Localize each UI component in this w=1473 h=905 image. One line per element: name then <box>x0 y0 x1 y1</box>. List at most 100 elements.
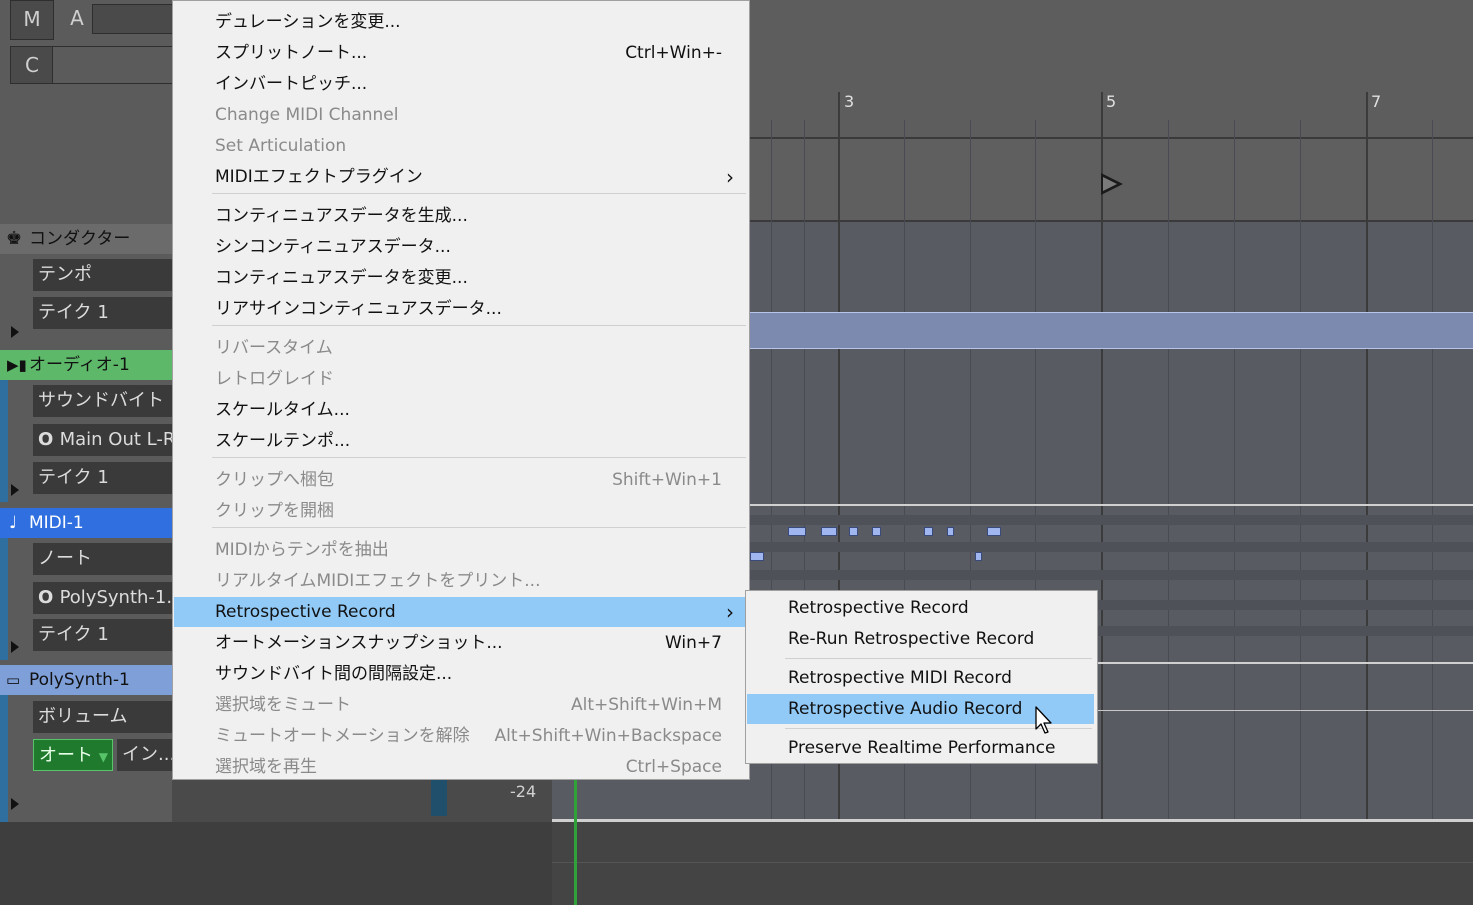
midi-note[interactable] <box>872 527 881 536</box>
midi-note[interactable] <box>987 527 1001 536</box>
mute-button[interactable]: M <box>10 0 54 40</box>
submenu-item[interactable]: Re-Run Retrospective Record <box>747 624 1094 654</box>
midi-note[interactable] <box>849 527 858 536</box>
menu-item[interactable]: クリップへ梱包 Shift+Win+1 <box>174 465 746 495</box>
clip-button[interactable]: C <box>10 46 54 84</box>
menu-item-label: クリップを開梱 <box>215 501 334 521</box>
menu-item[interactable]: 選択域をミュート Alt+Shift+Win+M <box>174 690 746 720</box>
track-panel: M A C ♚ コンダクター テンポ テイク 1 ▶▮ オーディオ-1 サウンド… <box>0 0 174 822</box>
bottom-divider <box>552 862 1473 863</box>
menu-item[interactable]: リバースタイム <box>174 333 746 363</box>
menu-item[interactable]: スケールタイム... <box>174 395 746 425</box>
menu-item-label: スケールテンポ... <box>215 431 351 451</box>
ruler-mark-7: 7 <box>1371 92 1382 111</box>
audio-output-select[interactable]: O Main Out L-R <box>33 424 172 456</box>
menu-item[interactable]: シンコンティニュアスデータ... <box>174 232 746 262</box>
submenu-item-label: Re-Run Retrospective Record <box>788 629 1035 649</box>
menu-item[interactable]: レトログレイド <box>174 364 746 394</box>
menu-item[interactable]: Retrospective Record › <box>174 597 746 627</box>
midi-note[interactable] <box>947 527 954 536</box>
submenu-item[interactable]: Retrospective Record <box>747 593 1094 623</box>
expand-triangle-icon[interactable] <box>11 798 19 810</box>
beat-line <box>1168 120 1169 822</box>
menu-item[interactable]: Change MIDI Channel <box>174 100 746 130</box>
synth-track-header[interactable]: ▭ PolySynth-1 <box>0 665 172 695</box>
menu-item-label: 選択域を再生 <box>215 757 317 777</box>
midi-track-header[interactable]: ♩ MIDI-1 <box>0 508 172 538</box>
menu-item-shortcut: Shift+Win+1 <box>612 470 722 490</box>
menu-item-shortcut: Win+7 <box>665 633 722 653</box>
menu-item-shortcut: Ctrl+Space <box>625 757 722 777</box>
midi-note[interactable] <box>750 552 764 561</box>
menu-item[interactable]: リアサインコンティニュアスデータ... <box>174 294 746 324</box>
menu-item-shortcut: Alt+Shift+Win+M <box>571 695 722 715</box>
menu-item-label: リアルタイムMIDIエフェクトをプリント... <box>215 571 541 591</box>
menu-separator <box>212 325 746 326</box>
beat-line <box>1432 120 1433 822</box>
track-field[interactable] <box>52 46 174 84</box>
menu-item[interactable]: インバートピッチ... <box>174 69 746 99</box>
midi-note[interactable] <box>975 552 982 561</box>
bar-line-5 <box>1101 92 1103 822</box>
menu-item-label: シンコンティニュアスデータ... <box>215 237 451 257</box>
menu-item[interactable]: サウンドバイト間の間隔設定... <box>174 659 746 689</box>
menu-item[interactable]: デュレーションを変更... <box>174 7 746 37</box>
menu-item-label: レトログレイド <box>215 369 334 389</box>
automation-mode-label: オート <box>39 745 93 766</box>
submenu-item[interactable]: Preserve Realtime Performance <box>747 733 1094 763</box>
menu-item[interactable]: ミュートオートメーションを解除 Alt+Shift+Win+Backspace <box>174 721 746 751</box>
menu-item[interactable]: スケールテンポ... <box>174 426 746 456</box>
conductor-track-header[interactable]: ♚ コンダクター <box>0 224 172 254</box>
menu-item-label: MIDIからテンポを抽出 <box>215 540 389 560</box>
midi-note[interactable] <box>924 527 933 536</box>
menu-item[interactable]: クリップを開梱 <box>174 496 746 526</box>
beat-line <box>1234 120 1235 822</box>
audio-track-header[interactable]: ▶▮ オーディオ-1 <box>0 350 172 380</box>
expand-triangle-icon[interactable] <box>11 641 19 653</box>
input-select[interactable]: イン... <box>117 739 172 771</box>
midi-note[interactable] <box>788 527 806 536</box>
menu-item[interactable]: MIDIからテンポを抽出 <box>174 535 746 565</box>
ruler-mark-3: 3 <box>844 92 855 111</box>
midi-note[interactable] <box>821 527 837 536</box>
menu-separator <box>212 457 746 458</box>
audio-track-name: オーディオ-1 <box>29 355 130 375</box>
midi-take-lane[interactable]: テイク 1 <box>33 619 172 651</box>
automation-mode-select[interactable]: オート ▼ <box>33 739 113 771</box>
menu-item-shortcut: Alt+Shift+Win+Backspace <box>494 726 722 746</box>
audio-take-lane[interactable]: テイク 1 <box>33 462 172 494</box>
menu-item[interactable]: コンティニュアスデータを生成... <box>174 201 746 231</box>
synth-icon: ▭ <box>6 671 21 689</box>
menu-item[interactable]: リアルタイムMIDIエフェクトをプリント... <box>174 566 746 596</box>
meter-region <box>172 780 552 822</box>
menu-item-shortcut: Ctrl+Win+- <box>625 43 722 63</box>
audio-waveform-icon: ▶▮ <box>7 356 27 374</box>
menu-item-label: 選択域をミュート <box>215 695 351 715</box>
menu-item[interactable]: オートメーションスナップショット... Win+7 <box>174 628 746 658</box>
expand-triangle-icon[interactable] <box>11 484 19 496</box>
notes-lane[interactable]: ノート <box>33 543 172 575</box>
menu-item-label: Set Articulation <box>215 136 347 156</box>
playhead-line[interactable] <box>574 780 577 905</box>
submenu-separator <box>785 658 1092 659</box>
midi-output-label: PolySynth-1... <box>59 587 172 608</box>
menu-separator <box>212 527 746 528</box>
output-icon: O <box>38 429 60 450</box>
menu-item[interactable]: MIDIエフェクトプラグイン › <box>174 162 746 192</box>
track-name-field[interactable] <box>92 4 174 34</box>
soundbite-lane[interactable]: サウンドバイト <box>33 385 172 417</box>
midi-output-select[interactable]: O PolySynth-1... <box>33 582 172 614</box>
menu-item-label: オートメーションスナップショット... <box>215 633 503 653</box>
tempo-lane[interactable]: テンポ <box>33 259 172 291</box>
output-icon: O <box>38 587 60 608</box>
music-note-icon: ♩ <box>9 513 18 533</box>
volume-lane[interactable]: ボリューム <box>33 701 172 733</box>
conductor-take-lane[interactable]: テイク 1 <box>33 297 172 329</box>
expand-triangle-icon[interactable] <box>11 326 19 338</box>
menu-item[interactable]: Set Articulation <box>174 131 746 161</box>
menu-item-label: Retrospective Record <box>215 602 396 622</box>
menu-item[interactable]: コンティニュアスデータを変更... <box>174 263 746 293</box>
menu-item[interactable]: 選択域を再生 Ctrl+Space <box>174 752 746 782</box>
menu-item[interactable]: スプリットノート... Ctrl+Win+- <box>174 38 746 68</box>
submenu-item[interactable]: Retrospective MIDI Record <box>747 663 1094 693</box>
